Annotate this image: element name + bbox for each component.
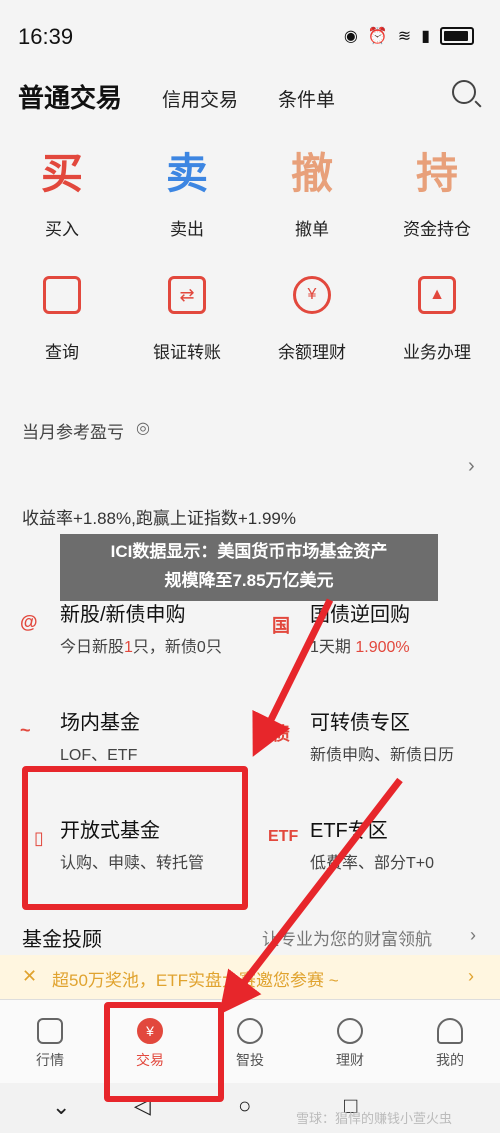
sell-label: 卖出 <box>170 220 204 239</box>
news-banner[interactable]: ICI数据显示：美国货币市场基金资产 规模降至7.85万亿美元 <box>60 534 438 601</box>
advisor-desc: 让专业为您的财富领航 <box>262 930 432 949</box>
service-subtitle: 新债申购、新债日历 <box>310 747 455 764</box>
service-title: 国债逆回购 <box>310 604 410 626</box>
business-button[interactable]: ▲ 业务办理 <box>382 276 492 363</box>
buy-icon: 买 <box>40 150 83 197</box>
status-icons: ◉ ⏰ ≋ ▮ <box>344 26 474 46</box>
ipo-icon: @ <box>20 612 38 632</box>
positions-icon: 持 <box>415 150 458 197</box>
transfer-icon: ⇄ <box>168 276 206 314</box>
service-exchange-fund[interactable]: 场内基金 LOF、ETF <box>60 706 140 765</box>
service-subtitle: 低费率、部分T+0 <box>310 855 435 872</box>
service-subtitle: 1天期 1.900% <box>310 639 410 656</box>
tab-mine[interactable]: 我的 <box>410 1018 490 1070</box>
convertible-icon: 债 <box>272 724 290 744</box>
signal-icon: ▮ <box>421 28 430 45</box>
tab-wealth[interactable]: 理财 <box>310 1018 390 1070</box>
service-etf[interactable]: ETF专区 低费率、部分T+0 <box>310 814 434 873</box>
close-icon[interactable]: ✕ <box>22 966 37 987</box>
business-icon: ▲ <box>418 276 456 314</box>
eye-icon[interactable]: ◎ <box>136 418 150 438</box>
profit-summary: 收益率+1.88%,跑赢上证指数+1.99% <box>22 509 296 528</box>
wealth-icon <box>337 1018 363 1044</box>
chevron-right-icon[interactable]: › <box>468 455 475 478</box>
news-line-1: ICI数据显示：美国货币市场基金资产 <box>110 542 388 561</box>
query-button[interactable]: 查询 <box>7 276 117 363</box>
service-title: 新股/新债申购 <box>60 604 186 626</box>
buy-button[interactable]: 买 买入 <box>22 140 117 240</box>
tab-credit-trade[interactable]: 信用交易 <box>162 85 238 112</box>
chevron-right-icon[interactable]: › <box>468 966 474 987</box>
wifi-icon: ≋ <box>397 28 412 45</box>
positions-label: 资金持仓 <box>403 220 471 239</box>
chevron-right-icon[interactable]: › <box>470 925 476 946</box>
battery-icon <box>440 27 474 45</box>
tab-market[interactable]: 行情 <box>10 1018 90 1070</box>
service-subtitle: 今日新股1只，新债0只 <box>60 639 222 656</box>
status-time: 16:39 <box>18 24 74 49</box>
news-line-2: 规模降至7.85万亿美元 <box>164 571 334 590</box>
chevron-down-icon[interactable]: ⌄ <box>52 1094 70 1120</box>
balance-label: 余额理财 <box>278 343 346 362</box>
promo-text: 超50万奖池，ETF实盘大赛邀您参赛 ~ <box>52 971 339 990</box>
cancel-order-button[interactable]: 撤 撤单 <box>272 140 367 240</box>
query-icon <box>43 276 81 314</box>
service-subtitle: LOF、ETF <box>60 747 138 764</box>
tab-conditional-order[interactable]: 条件单 <box>278 85 335 112</box>
cancel-label: 撤单 <box>295 220 329 239</box>
search-icon[interactable] <box>452 80 476 104</box>
query-label: 查询 <box>45 343 79 362</box>
tab-label: 行情 <box>36 1052 64 1068</box>
annotation-box-trade-tab <box>104 1002 224 1102</box>
user-icon <box>437 1018 463 1044</box>
sell-button[interactable]: 卖 卖出 <box>147 140 242 240</box>
tab-normal-trade[interactable]: 普通交易 <box>18 78 122 115</box>
tab-label: 理财 <box>336 1052 364 1068</box>
eye-icon: ◉ <box>343 28 358 45</box>
smart-invest-icon <box>237 1018 263 1044</box>
service-convertible[interactable]: 可转债专区 新债申购、新债日历 <box>310 706 454 765</box>
balance-finance-button[interactable]: ¥ 余额理财 <box>257 276 367 363</box>
service-title: ETF专区 <box>310 820 388 842</box>
watermark: 雪球：猖悍的赚钱小萱火虫 <box>296 1111 453 1126</box>
cancel-icon: 撤 <box>290 150 333 197</box>
service-title: 可转债专区 <box>310 712 410 734</box>
sell-icon: 卖 <box>165 150 208 197</box>
service-title: 场内基金 <box>60 712 140 734</box>
home-icon[interactable]: ○ <box>238 1093 251 1119</box>
service-bond-repo[interactable]: 国债逆回购 1天期 1.900% <box>310 598 410 657</box>
bond-repo-icon: 国 <box>272 616 290 636</box>
transfer-label: 银证转账 <box>153 343 221 362</box>
bank-transfer-button[interactable]: ⇄ 银证转账 <box>132 276 242 363</box>
market-icon <box>37 1018 63 1044</box>
positions-button[interactable]: 持 资金持仓 <box>397 140 492 240</box>
profit-title: 当月参考盈亏 <box>22 423 124 442</box>
tab-label: 我的 <box>436 1052 464 1068</box>
service-ipo[interactable]: 新股/新债申购 今日新股1只，新债0只 <box>60 598 222 657</box>
annotation-box-open-fund <box>22 766 248 910</box>
advisor-title: 基金投顾 <box>22 929 102 951</box>
buy-label: 买入 <box>45 220 79 239</box>
money-bag-icon: ¥ <box>293 276 331 314</box>
etf-icon: ETF <box>268 828 299 845</box>
alarm-icon: ⏰ <box>367 28 388 45</box>
business-label: 业务办理 <box>403 343 471 362</box>
fund-chart-icon: ~ <box>20 720 31 740</box>
